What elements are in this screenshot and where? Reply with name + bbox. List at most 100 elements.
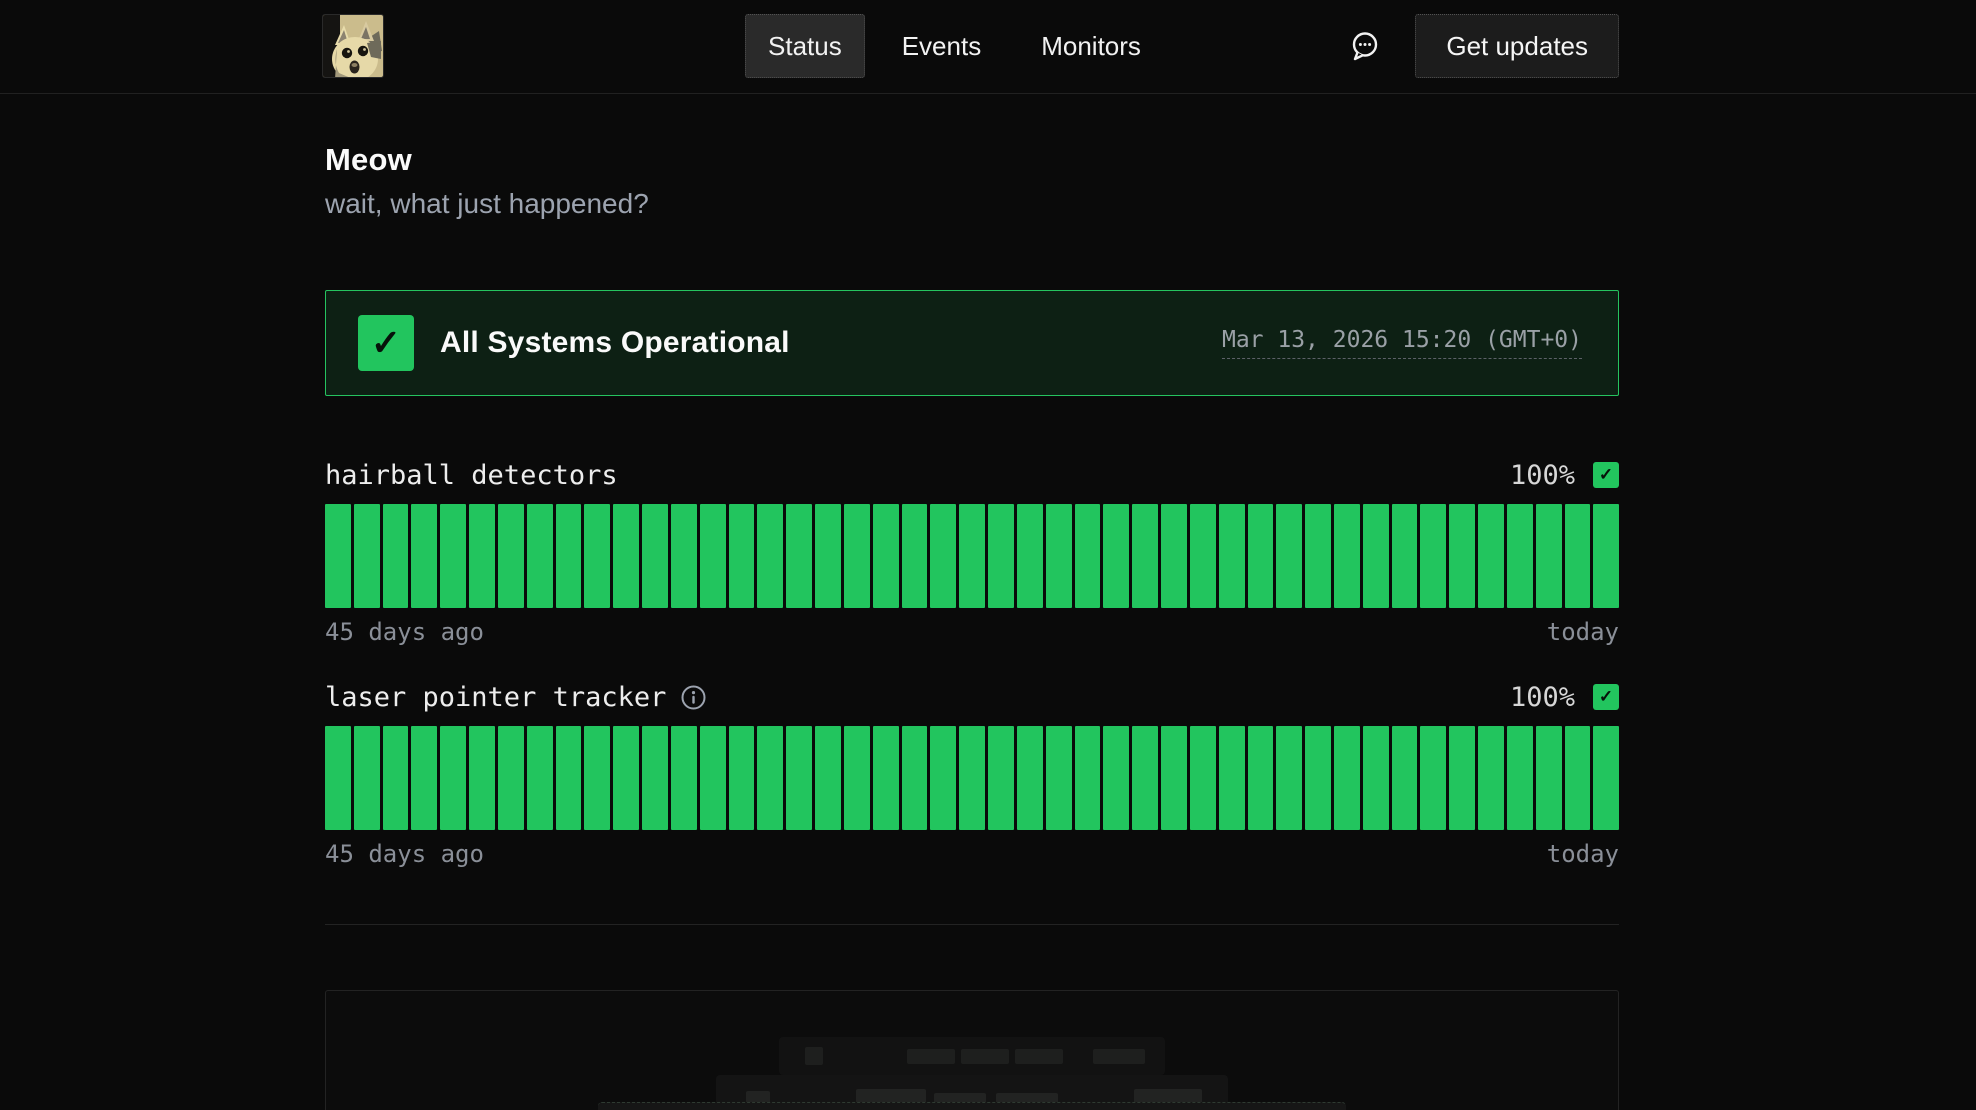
uptime-bar[interactable] <box>1161 504 1187 608</box>
uptime-bar[interactable] <box>325 726 351 830</box>
uptime-bar[interactable] <box>1103 726 1129 830</box>
uptime-bar[interactable] <box>844 504 870 608</box>
uptime-bar[interactable] <box>354 504 380 608</box>
uptime-bar[interactable] <box>1248 726 1274 830</box>
uptime-bar[interactable] <box>1565 726 1591 830</box>
uptime-bar[interactable] <box>584 504 610 608</box>
uptime-bar[interactable] <box>1334 726 1360 830</box>
uptime-bar[interactable] <box>1276 504 1302 608</box>
uptime-bar[interactable] <box>729 504 755 608</box>
uptime-bar[interactable] <box>930 504 956 608</box>
uptime-bar[interactable] <box>556 726 582 830</box>
uptime-bar[interactable] <box>757 504 783 608</box>
uptime-bar[interactable] <box>440 726 466 830</box>
uptime-bar[interactable] <box>527 504 553 608</box>
nav-tab-monitors[interactable]: Monitors <box>1018 14 1164 78</box>
chat-bubble-icon[interactable] <box>1347 28 1383 64</box>
uptime-bar[interactable] <box>383 726 409 830</box>
uptime-bar[interactable] <box>325 504 351 608</box>
uptime-bar[interactable] <box>584 726 610 830</box>
uptime-bar[interactable] <box>700 726 726 830</box>
uptime-bar[interactable] <box>469 504 495 608</box>
uptime-bar[interactable] <box>1190 726 1216 830</box>
uptime-bar[interactable] <box>1219 726 1245 830</box>
uptime-bar[interactable] <box>1190 504 1216 608</box>
uptime-bar[interactable] <box>642 726 668 830</box>
uptime-bar[interactable] <box>498 504 524 608</box>
uptime-bar[interactable] <box>1075 504 1101 608</box>
uptime-bar[interactable] <box>786 504 812 608</box>
uptime-bar[interactable] <box>556 504 582 608</box>
uptime-bar[interactable] <box>1392 504 1418 608</box>
uptime-bar[interactable] <box>1132 504 1158 608</box>
uptime-bar[interactable] <box>411 726 437 830</box>
uptime-bar[interactable] <box>527 726 553 830</box>
uptime-bar[interactable] <box>988 726 1014 830</box>
uptime-bar[interactable] <box>613 726 639 830</box>
uptime-bar[interactable] <box>383 504 409 608</box>
uptime-bar[interactable] <box>844 726 870 830</box>
uptime-bar[interactable] <box>959 504 985 608</box>
uptime-bar[interactable] <box>1593 726 1619 830</box>
uptime-bar[interactable] <box>613 504 639 608</box>
uptime-bar[interactable] <box>757 726 783 830</box>
uptime-bar[interactable] <box>873 726 899 830</box>
uptime-bar[interactable] <box>411 504 437 608</box>
get-updates-button[interactable]: Get updates <box>1415 14 1619 78</box>
uptime-bar[interactable] <box>1103 504 1129 608</box>
nav-tab-status[interactable]: Status <box>745 14 865 78</box>
uptime-bar[interactable] <box>1536 504 1562 608</box>
preview-pill <box>1093 1049 1145 1064</box>
uptime-bar[interactable] <box>700 504 726 608</box>
uptime-bar[interactable] <box>1420 726 1446 830</box>
uptime-bar[interactable] <box>354 726 380 830</box>
uptime-bar[interactable] <box>1305 726 1331 830</box>
uptime-bar[interactable] <box>988 504 1014 608</box>
uptime-bar[interactable] <box>671 726 697 830</box>
uptime-bar[interactable] <box>1276 726 1302 830</box>
uptime-bar[interactable] <box>1305 504 1331 608</box>
uptime-bar[interactable] <box>440 504 466 608</box>
uptime-bar[interactable] <box>1478 726 1504 830</box>
uptime-bar[interactable] <box>1478 504 1504 608</box>
nav-tab-events[interactable]: Events <box>879 14 1005 78</box>
uptime-bar[interactable] <box>959 726 985 830</box>
banner-timestamp[interactable]: Mar 13, 2026 15:20 (GMT+0) <box>1222 327 1582 359</box>
uptime-bar[interactable] <box>815 504 841 608</box>
uptime-bar[interactable] <box>1046 726 1072 830</box>
uptime-bar[interactable] <box>1449 726 1475 830</box>
uptime-bar[interactable] <box>1449 504 1475 608</box>
uptime-bar[interactable] <box>1565 504 1591 608</box>
uptime-bar[interactable] <box>498 726 524 830</box>
brand-logo[interactable] <box>322 14 384 78</box>
uptime-bar[interactable] <box>815 726 841 830</box>
uptime-bar[interactable] <box>1017 504 1043 608</box>
uptime-bar[interactable] <box>1046 504 1072 608</box>
uptime-bar[interactable] <box>1507 726 1533 830</box>
uptime-bar[interactable] <box>729 726 755 830</box>
uptime-bar[interactable] <box>902 504 928 608</box>
uptime-bar[interactable] <box>1536 726 1562 830</box>
uptime-bar[interactable] <box>469 726 495 830</box>
uptime-bar[interactable] <box>1248 504 1274 608</box>
uptime-bar[interactable] <box>642 504 668 608</box>
uptime-bar[interactable] <box>930 726 956 830</box>
uptime-bar[interactable] <box>786 726 812 830</box>
uptime-bar[interactable] <box>902 726 928 830</box>
uptime-bar[interactable] <box>671 504 697 608</box>
uptime-bar[interactable] <box>1132 726 1158 830</box>
main-nav: Status Events Monitors <box>745 14 1164 78</box>
uptime-bar[interactable] <box>1334 504 1360 608</box>
uptime-bar[interactable] <box>1363 726 1389 830</box>
uptime-bar[interactable] <box>1161 726 1187 830</box>
uptime-bar[interactable] <box>1593 504 1619 608</box>
info-icon[interactable] <box>680 684 707 711</box>
uptime-bar[interactable] <box>1392 726 1418 830</box>
uptime-bar[interactable] <box>1219 504 1245 608</box>
uptime-bar[interactable] <box>1420 504 1446 608</box>
uptime-bar[interactable] <box>1017 726 1043 830</box>
uptime-bar[interactable] <box>1363 504 1389 608</box>
uptime-bar[interactable] <box>1507 504 1533 608</box>
uptime-bar[interactable] <box>873 504 899 608</box>
uptime-bar[interactable] <box>1075 726 1101 830</box>
